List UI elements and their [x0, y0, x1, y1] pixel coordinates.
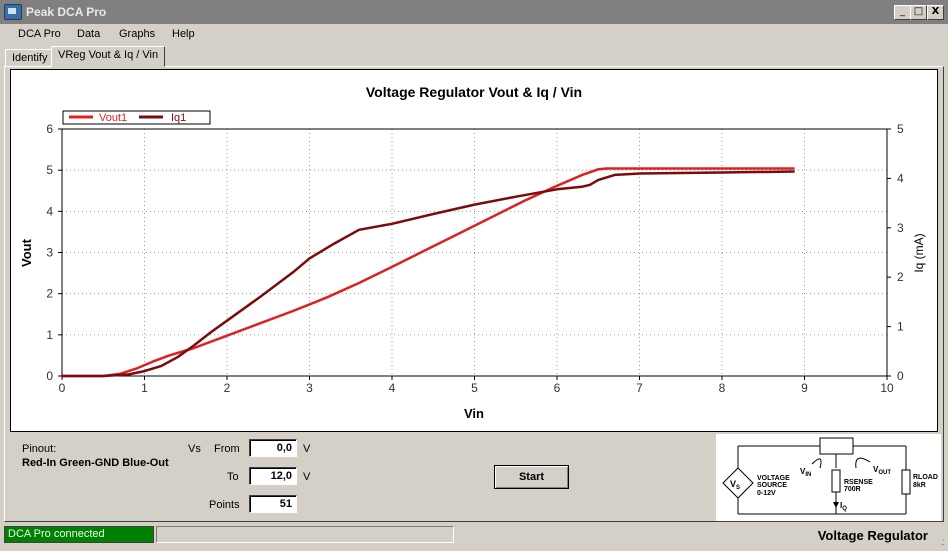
x-tick-label: 2	[224, 381, 231, 395]
to-label: To	[227, 471, 239, 483]
pinout-label: Pinout:	[22, 443, 57, 455]
y-tick-label: 1	[46, 328, 53, 342]
y2-tick-label: 4	[897, 171, 904, 185]
y2-tick-label: 0	[897, 369, 904, 383]
legend-label-vout1: Vout1	[99, 112, 127, 124]
chart: 0 1 2 3 4 5 6 7 8 9 100123456012345 Voltage Regula…	[19, 84, 926, 421]
x-tick-label: 1	[141, 381, 148, 395]
points-input[interactable]: 51	[249, 495, 297, 513]
x-tick-label: 4	[389, 381, 396, 395]
source-text-1: VOLTAGE	[757, 475, 790, 482]
from-input[interactable]: 0,0	[249, 439, 297, 457]
to-input[interactable]: 12,0	[249, 467, 297, 485]
vout-label: VOUT	[873, 465, 891, 476]
points-label: Points	[209, 499, 240, 511]
window-title: Peak DCA Pro	[26, 5, 107, 19]
tab-identify[interactable]: Identify	[5, 49, 55, 67]
maximize-button[interactable]: □	[910, 5, 927, 20]
rload-text-1: RLOAD	[913, 474, 938, 481]
y2-tick-label: 1	[897, 320, 904, 334]
menu-dca-pro[interactable]: DCA Pro	[18, 28, 61, 40]
source-text-2: SOURCE	[757, 482, 787, 489]
x-tick-label: 9	[801, 381, 808, 395]
start-button[interactable]: Start	[494, 465, 569, 489]
chart-title: Voltage Regulator Vout & Iq / Vin	[366, 84, 582, 100]
series-line-vout1	[62, 167, 795, 378]
chart-area: 0 1 2 3 4 5 6 7 8 9 10 0 1 2 3 4 5 6 0 1 2 3 4 5 Voltage Regula…	[10, 69, 938, 432]
close-button[interactable]: X	[927, 5, 944, 20]
y-tick-label: 2	[46, 287, 53, 301]
menu-graphs[interactable]: Graphs	[119, 28, 155, 40]
y2-tick-label: 3	[897, 221, 904, 235]
series-line-iq1	[62, 170, 795, 378]
y2-axis-label: Iq (mA)	[912, 233, 926, 272]
rsense-text-2: 700R	[844, 486, 861, 493]
legend: Vout1 Iq1	[62, 110, 211, 125]
legend-label-iq1: Iq1	[171, 112, 186, 124]
x-tick-label: 3	[306, 381, 313, 395]
to-unit: V	[303, 471, 311, 483]
y-tick-label: 0	[46, 369, 53, 383]
y2-tick-label: 2	[897, 270, 904, 284]
from-label: From	[214, 443, 240, 455]
connection-status: DCA Pro connected	[4, 526, 154, 543]
x-axis-label: Vin	[464, 406, 484, 421]
source-text-3: 0-12V	[757, 490, 776, 497]
vs-label: Vs	[188, 443, 201, 455]
menu-help[interactable]: Help	[172, 28, 195, 40]
circuit-diagram: VS VOLTAGE SOURCE 0-12V VIN VOUT RSENSE …	[716, 434, 941, 521]
x-tick-label: 8	[719, 381, 726, 395]
iq-label: IQ	[840, 501, 847, 512]
y-axis-label: Vout	[19, 238, 34, 267]
from-unit: V	[303, 443, 311, 455]
minimize-button[interactable]: _	[894, 5, 911, 20]
app-icon	[4, 4, 22, 20]
status-progress	[156, 526, 454, 543]
tab-vreg[interactable]: VReg Vout & Iq / Vin	[51, 46, 166, 67]
y-tick-label: 4	[46, 204, 53, 218]
circuit-schematic: VS VOLTAGE SOURCE 0-12V VIN VOUT RSENSE …	[722, 437, 938, 515]
rload-text-2: 8kR	[913, 482, 926, 489]
menu-bar: DCA Pro Data Graphs Help	[0, 24, 948, 45]
pinout-value: Red-In Green-GND Blue-Out	[22, 457, 169, 469]
vin-label: VIN	[800, 467, 811, 478]
x-tick-label: 10	[880, 381, 894, 395]
rsense-text-1: RSENSE	[844, 479, 873, 486]
y-tick-label: 3	[46, 246, 53, 260]
x-tick-label: 7	[636, 381, 643, 395]
y-tick-label: 6	[46, 122, 53, 136]
title-bar: Peak DCA Pro _ □ X	[0, 0, 948, 24]
y2-tick-label: 5	[897, 122, 904, 136]
y-tick-label: 5	[46, 163, 53, 177]
x-tick-label: 6	[554, 381, 561, 395]
x-tick-label: 0	[59, 381, 66, 395]
mode-status: Voltage Regulator	[817, 528, 928, 543]
resize-grip-icon[interactable]: .:	[940, 537, 944, 548]
vs-symbol: VS	[730, 479, 740, 491]
x-tick-label: 5	[471, 381, 478, 395]
menu-data[interactable]: Data	[77, 28, 100, 40]
